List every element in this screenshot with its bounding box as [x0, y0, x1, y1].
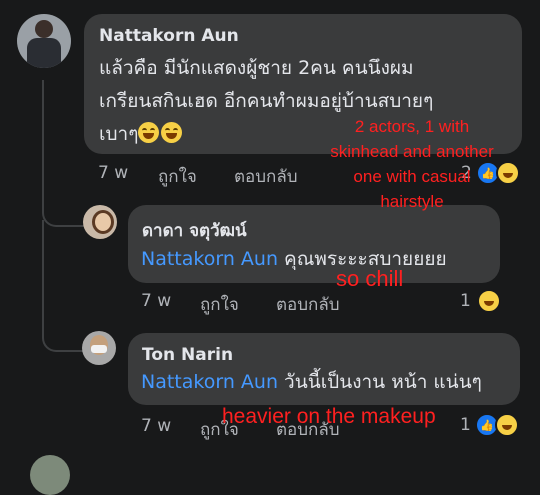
- haha-icon: [494, 413, 519, 437]
- annotation-line: hairstyle: [380, 192, 444, 211]
- grinning-squint-emoji-icon: [138, 122, 160, 143]
- reaction-summary[interactable]: 1: [460, 289, 501, 313]
- comment-time[interactable]: 7 w: [98, 163, 128, 183]
- mention-link[interactable]: Nattakorn Aun: [141, 248, 278, 270]
- comment-author[interactable]: Ton Narin: [142, 345, 233, 365]
- reaction-count: 1: [460, 415, 471, 435]
- avatar[interactable]: [82, 331, 116, 365]
- comment-author[interactable]: Nattakorn Aun: [99, 26, 239, 46]
- grinning-squint-emoji-icon: [161, 122, 183, 143]
- comment-author[interactable]: ดาดา จตุวัฒน์: [142, 217, 247, 244]
- annotation-line: 2 actors, 1 with: [354, 117, 470, 136]
- haha-icon: [476, 289, 501, 313]
- annotation-text: so chill: [336, 266, 404, 291]
- annotation-line: skinhead and another: [330, 142, 494, 161]
- avatar[interactable]: [17, 14, 71, 68]
- avatar[interactable]: [83, 205, 117, 239]
- annotation-line: one with casual: [353, 167, 471, 186]
- mention-link[interactable]: Nattakorn Aun: [141, 371, 278, 393]
- comment-body: วันนี้เป็นงาน หน้า แน่นๆ: [284, 371, 482, 393]
- annotation-text: 2 actors, 1 with skinhead and another on…: [297, 114, 527, 214]
- comment-time[interactable]: 7 w: [141, 291, 171, 311]
- reaction-summary[interactable]: 1 👍: [460, 413, 519, 437]
- comment-line-text: เบาๆ: [99, 123, 139, 145]
- comment-text: Nattakorn Aun วันนี้เป็นงาน หน้า แน่นๆ: [141, 366, 482, 399]
- comment-time[interactable]: 7 w: [141, 416, 171, 436]
- thread-line: [42, 80, 84, 227]
- annotation-text: heavier on the makeup: [222, 405, 436, 428]
- like-button[interactable]: ถูกใจ: [158, 163, 197, 190]
- thread-line: [42, 220, 84, 352]
- avatar[interactable]: [30, 455, 70, 495]
- reaction-count: 1: [460, 291, 471, 311]
- comment-line: แล้วคือ มีนักแสดงผู้ชาย 2คน คนนึงผม: [99, 57, 414, 79]
- like-button[interactable]: ถูกใจ: [200, 291, 239, 318]
- reply-button[interactable]: ตอบกลับ: [276, 291, 340, 318]
- reply-button[interactable]: ตอบกลับ: [234, 163, 298, 190]
